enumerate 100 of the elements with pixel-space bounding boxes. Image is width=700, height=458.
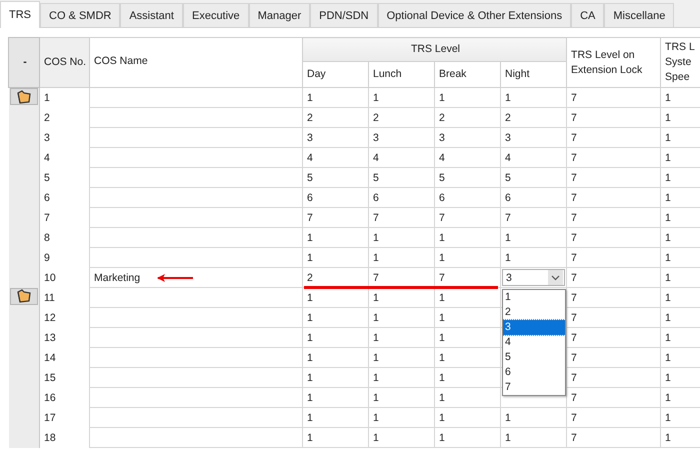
tab[interactable]: CA bbox=[571, 3, 604, 27]
table-cell: 1 bbox=[307, 372, 313, 384]
dropdown-option[interactable]: 1 bbox=[503, 290, 565, 305]
table-cell: 4 bbox=[373, 152, 379, 164]
table-cell: 1 bbox=[439, 392, 445, 404]
tab[interactable]: Executive bbox=[182, 3, 249, 27]
table-cell: 10 bbox=[44, 272, 56, 284]
table-cell: 5 bbox=[373, 172, 379, 184]
table-cell: 1 bbox=[307, 352, 313, 364]
table-cell: 1 bbox=[373, 92, 379, 104]
table-cell: 1 bbox=[439, 332, 445, 344]
table-cell: 7 bbox=[373, 212, 379, 224]
table-cell: Marketing bbox=[94, 272, 140, 284]
arrow-annotation bbox=[156, 273, 194, 283]
column-header: Night bbox=[500, 62, 567, 88]
table-cell: 4 bbox=[505, 152, 511, 164]
table-cell: 7 bbox=[571, 92, 577, 104]
table-cell: 1 bbox=[665, 112, 671, 124]
table-cell: 7 bbox=[307, 212, 313, 224]
tab[interactable]: PDN/SDN bbox=[310, 3, 378, 27]
table-cell: 6 bbox=[373, 192, 379, 204]
table-cell: 3 bbox=[373, 132, 379, 144]
table-cell: 5 bbox=[439, 172, 445, 184]
table-cell: 7 bbox=[571, 372, 577, 384]
table-cell: 1 bbox=[307, 332, 313, 344]
table-cell: 2 bbox=[439, 112, 445, 124]
table-cell: 1 bbox=[665, 92, 671, 104]
dropdown-option[interactable]: 3 bbox=[503, 320, 565, 335]
table-cell: 1 bbox=[307, 312, 313, 324]
table-cell: 3 bbox=[505, 132, 511, 144]
table-cell: 1 bbox=[439, 252, 445, 264]
dropdown-option[interactable]: 4 bbox=[503, 335, 565, 350]
tab[interactable]: Assistant bbox=[120, 3, 183, 27]
column-header: COS No. bbox=[40, 38, 90, 88]
table-cell: 1 bbox=[439, 372, 445, 384]
table-cell: 7 bbox=[373, 272, 379, 284]
table-cell: 1 bbox=[373, 392, 379, 404]
table-cell: 1 bbox=[439, 232, 445, 244]
table-cell: 1 bbox=[665, 412, 671, 424]
table-cell: 1 bbox=[307, 292, 313, 304]
dropdown-option[interactable]: 6 bbox=[503, 365, 565, 380]
table-cell: 1 bbox=[665, 212, 671, 224]
table-cell: 1 bbox=[373, 432, 379, 444]
table-cell: 14 bbox=[44, 352, 56, 364]
table-cell: 1 bbox=[373, 352, 379, 364]
table-cell: 7 bbox=[505, 212, 511, 224]
table-cell: 7 bbox=[571, 432, 577, 444]
table-cell: 1 bbox=[505, 412, 511, 424]
table-cell: 7 bbox=[571, 332, 577, 344]
table-cell: 1 bbox=[665, 352, 671, 364]
table-cell: 7 bbox=[571, 272, 577, 284]
table-cell: 3 bbox=[307, 132, 313, 144]
table-cell: 6 bbox=[307, 192, 313, 204]
table-cell: 1 bbox=[439, 92, 445, 104]
table-cell: 2 bbox=[505, 112, 511, 124]
table-cell: 7 bbox=[439, 272, 445, 284]
table-cell: 15 bbox=[44, 372, 56, 384]
table-cell: 7 bbox=[571, 312, 577, 324]
table-cell: 1 bbox=[505, 232, 511, 244]
column-header: Lunch bbox=[368, 62, 434, 88]
table-cell: 16 bbox=[44, 392, 56, 404]
table-cell: 1 bbox=[665, 192, 671, 204]
table-cell: 5 bbox=[44, 172, 50, 184]
table-cell: 2 bbox=[44, 112, 50, 124]
table-cell: 1 bbox=[307, 232, 313, 244]
table-cell: 1 bbox=[307, 412, 313, 424]
tab[interactable]: Miscellane bbox=[604, 3, 674, 27]
chevron-down-icon bbox=[548, 270, 564, 285]
table-cell: 1 bbox=[505, 92, 511, 104]
dropdown[interactable]: 3 bbox=[502, 269, 566, 286]
folder-icon bbox=[16, 289, 32, 304]
table-cell: 1 bbox=[665, 392, 671, 404]
table-cell: 1 bbox=[665, 252, 671, 264]
group-header: TRS Level bbox=[302, 38, 567, 62]
table-cell: 7 bbox=[571, 292, 577, 304]
tab[interactable]: Optional Device & Other Extensions bbox=[378, 3, 572, 27]
table-cell: 7 bbox=[571, 232, 577, 244]
table-cell: 5 bbox=[505, 172, 511, 184]
table-cell: 1 bbox=[44, 92, 50, 104]
table-cell: 8 bbox=[44, 232, 50, 244]
column-header: TRS L Syste Spee bbox=[660, 38, 700, 88]
table-cell: 1 bbox=[439, 352, 445, 364]
table-cell: 13 bbox=[44, 332, 56, 344]
column-header: TRS Level on Extension Lock bbox=[566, 38, 661, 88]
table-cell: 18 bbox=[44, 432, 56, 444]
tab[interactable]: TRS bbox=[0, 1, 40, 28]
table-cell: 1 bbox=[665, 432, 671, 444]
table-cell: 1 bbox=[373, 332, 379, 344]
table-cell: 17 bbox=[44, 412, 56, 424]
tab[interactable]: CO & SMDR bbox=[40, 3, 120, 27]
table-cell: 1 bbox=[665, 132, 671, 144]
tab[interactable]: Manager bbox=[248, 3, 310, 27]
table-cell: 2 bbox=[307, 272, 313, 284]
dropdown-option[interactable]: 7 bbox=[503, 380, 565, 395]
folder-icon bbox=[16, 90, 32, 104]
table-cell: 4 bbox=[439, 152, 445, 164]
dropdown-option[interactable]: 5 bbox=[503, 350, 565, 365]
table-cell: 1 bbox=[505, 432, 511, 444]
corner-header[interactable]: - bbox=[8, 38, 40, 88]
dropdown-option[interactable]: 2 bbox=[503, 305, 565, 320]
